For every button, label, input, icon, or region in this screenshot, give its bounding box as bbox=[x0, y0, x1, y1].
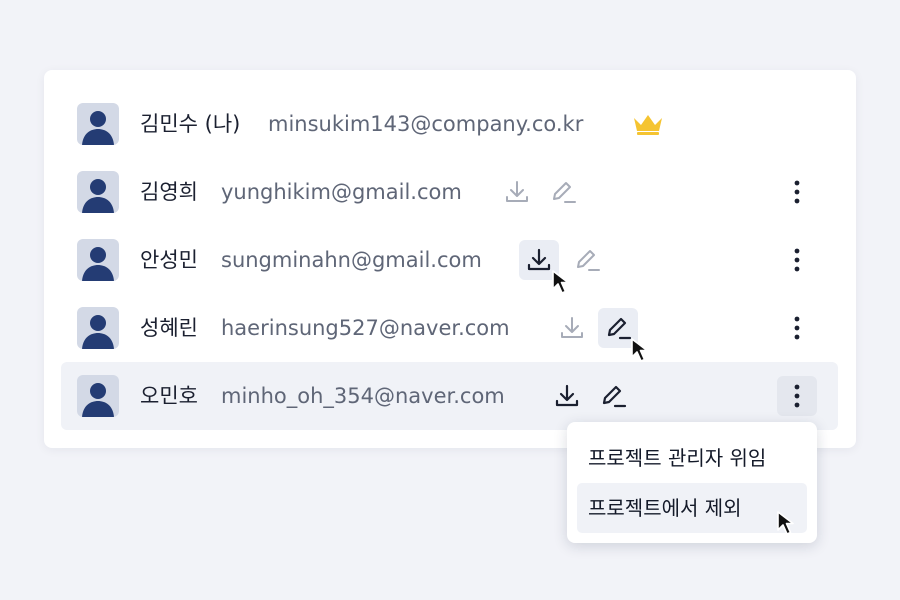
member-row: 김민수 (나) minsukim143@company.co.kr bbox=[61, 90, 838, 158]
member-row: 성혜린 haerinsung527@naver.com bbox=[61, 294, 838, 362]
download-button[interactable] bbox=[497, 172, 537, 212]
member-name: 오민호 bbox=[140, 384, 198, 408]
member-email: haerinsung527@naver.com bbox=[221, 316, 510, 340]
member-email: sungminahn@gmail.com bbox=[221, 248, 482, 272]
member-email: minho_oh_354@naver.com bbox=[221, 384, 505, 408]
user-avatar-icon bbox=[77, 375, 119, 417]
member-name: 김민수 (나) bbox=[140, 112, 241, 136]
download-button[interactable] bbox=[519, 240, 559, 280]
more-vertical-icon bbox=[794, 384, 800, 408]
edit-button[interactable] bbox=[543, 172, 583, 212]
member-row: 안성민 sungminahn@gmail.com bbox=[61, 226, 838, 294]
menu-item-delegate-manager[interactable]: 프로젝트 관리자 위임 bbox=[577, 433, 807, 483]
member-email: yunghikim@gmail.com bbox=[221, 180, 462, 204]
download-icon bbox=[561, 317, 583, 338]
user-avatar-icon bbox=[77, 103, 119, 145]
member-context-menu: 프로젝트 관리자 위임 프로젝트에서 제외 bbox=[567, 422, 817, 543]
user-avatar-icon bbox=[77, 239, 119, 281]
pencil-icon bbox=[577, 250, 600, 271]
edit-button[interactable] bbox=[593, 376, 633, 416]
download-icon bbox=[527, 248, 551, 271]
member-list-card: 김민수 (나) minsukim143@company.co.kr 김영희 yu… bbox=[44, 70, 856, 448]
member-email: minsukim143@company.co.kr bbox=[268, 112, 584, 136]
more-vertical-icon bbox=[794, 248, 800, 272]
pencil-icon bbox=[602, 385, 627, 408]
member-name: 성혜린 bbox=[140, 316, 198, 340]
more-options-button[interactable] bbox=[777, 172, 817, 212]
download-icon bbox=[555, 384, 579, 407]
crown-icon bbox=[632, 112, 664, 140]
download-button[interactable] bbox=[552, 308, 592, 348]
download-icon bbox=[506, 181, 528, 202]
user-avatar-icon bbox=[77, 307, 119, 349]
menu-item-remove-from-project[interactable]: 프로젝트에서 제외 bbox=[577, 483, 807, 533]
edit-button[interactable] bbox=[567, 240, 607, 280]
user-avatar-icon bbox=[77, 171, 119, 213]
more-options-button[interactable] bbox=[777, 376, 817, 416]
member-name: 안성민 bbox=[140, 248, 198, 272]
more-options-button[interactable] bbox=[777, 308, 817, 348]
member-row: 김영희 yunghikim@gmail.com bbox=[61, 158, 838, 226]
pencil-icon bbox=[553, 182, 576, 203]
more-options-button[interactable] bbox=[777, 240, 817, 280]
more-vertical-icon bbox=[794, 180, 800, 204]
pencil-icon bbox=[607, 317, 632, 340]
member-row: 오민호 minho_oh_354@naver.com bbox=[61, 362, 838, 430]
download-button[interactable] bbox=[547, 376, 587, 416]
member-name: 김영희 bbox=[140, 180, 198, 204]
edit-button[interactable] bbox=[598, 308, 638, 348]
more-vertical-icon bbox=[794, 316, 800, 340]
